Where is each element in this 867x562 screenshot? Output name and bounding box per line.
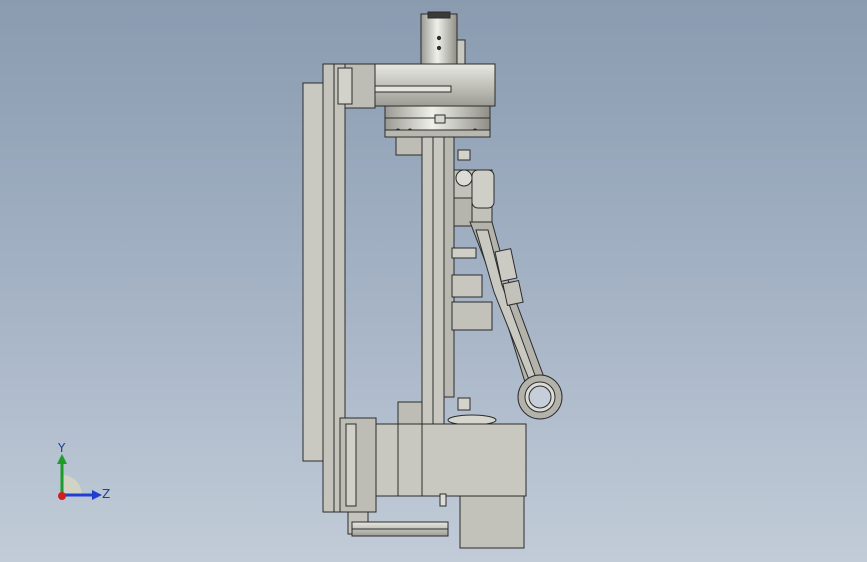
shelf-plate-3 [451, 301, 493, 331]
axis-triad: Y Z [57, 441, 110, 501]
z-axis-label: Z [102, 487, 110, 501]
x-axis-icon [58, 492, 66, 500]
shelf-plate-1 [451, 247, 477, 259]
rotary-table [374, 63, 496, 107]
cad-viewport[interactable]: Y Z [0, 0, 867, 562]
fixture-model[interactable] [0, 0, 867, 562]
y-axis-label: Y [57, 441, 66, 455]
shelf-plate-2 [451, 274, 483, 298]
lower-bracket [339, 417, 377, 513]
back-plate-outer [302, 82, 324, 462]
